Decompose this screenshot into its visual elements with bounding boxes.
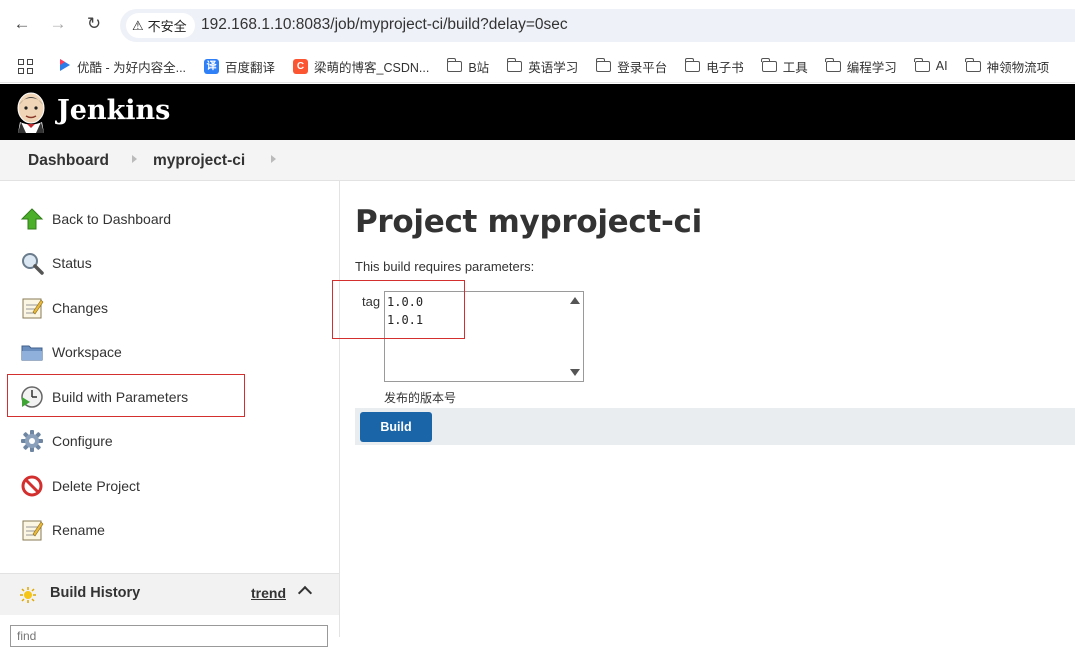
bookmark-folder[interactable]: 编程学习	[825, 57, 897, 76]
bookmark-folder[interactable]: 英语学习	[506, 57, 579, 76]
breadcrumb: Dashboard myproject-ci	[0, 140, 1075, 181]
reload-icon[interactable]: ↻	[84, 14, 104, 34]
folder-icon	[825, 57, 841, 72]
back-arrow-icon[interactable]: ←	[12, 14, 32, 34]
bookmark-folder[interactable]: 神领物流项	[965, 57, 1050, 76]
bookmark-label: B站	[468, 60, 490, 75]
folder-icon	[684, 57, 701, 72]
forward-arrow-icon[interactable]: →	[48, 14, 68, 34]
youku-icon	[59, 58, 71, 75]
parameter-label: tag	[362, 294, 381, 309]
folder-icon	[761, 57, 777, 72]
csdn-icon: C	[293, 58, 309, 74]
security-label: 不安全	[147, 19, 187, 34]
scroll-down-icon[interactable]	[570, 369, 580, 376]
bookmark-csdn[interactable]: C 梁萌的博客_CSDN...	[293, 57, 429, 76]
address-bar[interactable]: ⚠ 不安全 192.168.1.10:8083/job/myproject-ci…	[120, 9, 1075, 42]
build-button[interactable]: Build	[360, 412, 432, 442]
scroll-up-icon[interactable]	[570, 297, 580, 304]
folder-icon	[446, 57, 463, 72]
parameter-description: 发布的版本号	[384, 391, 457, 405]
chevron-up-icon[interactable]	[297, 585, 313, 601]
bookmark-folder[interactable]: AI	[914, 57, 948, 73]
magnifier-icon	[20, 251, 44, 275]
trend-link[interactable]: trend	[251, 585, 286, 601]
bookmark-baidu-translate[interactable]: 译 百度翻译	[204, 57, 275, 76]
bookmark-folder[interactable]: 电子书	[684, 57, 744, 76]
chevron-right-icon[interactable]	[271, 155, 276, 163]
tag-textarea-value[interactable]: 1.0.0 1.0.1	[387, 293, 423, 329]
bookmark-label: 百度翻译	[225, 60, 276, 75]
sidebar-item-delete-project[interactable]: Delete Project	[20, 473, 140, 499]
sidebar-item-label: Configure	[52, 433, 113, 449]
sidebar-item-build-with-parameters[interactable]: Build with Parameters	[20, 384, 188, 410]
bookmark-label: 登录平台	[617, 60, 668, 75]
notepad-icon	[20, 296, 44, 320]
folder-icon	[20, 340, 44, 364]
sidebar-item-workspace[interactable]: Workspace	[20, 339, 122, 365]
jenkins-title[interactable]: Jenkins	[57, 95, 170, 126]
clock-play-icon	[20, 385, 44, 409]
sidebar-item-configure[interactable]: Configure	[20, 428, 113, 454]
chevron-right-icon[interactable]	[132, 155, 137, 163]
sidebar-item-changes[interactable]: Changes	[20, 295, 108, 321]
requires-parameters-text: This build requires parameters:	[355, 259, 535, 274]
bookmark-folder[interactable]: B站	[446, 57, 490, 76]
folder-icon	[595, 57, 612, 72]
notepad-icon	[20, 518, 44, 542]
sidebar-item-label: Changes	[52, 300, 109, 316]
sidebar-item-rename[interactable]: Rename	[20, 517, 105, 543]
sidebar-item-back-to-dashboard[interactable]: Back to Dashboard	[20, 206, 171, 232]
sidebar-item-label: Rename	[52, 522, 105, 538]
bookmark-label: 英语学习	[528, 60, 579, 75]
jenkins-logo-icon[interactable]	[14, 91, 48, 133]
security-chip[interactable]: ⚠ 不安全	[126, 13, 195, 38]
sidebar-item-label: Delete Project	[52, 478, 140, 494]
url-text[interactable]: 192.168.1.10:8083/job/myproject-ci/build…	[201, 16, 568, 34]
sidebar-item-label: Back to Dashboard	[52, 211, 172, 227]
build-history-header: Build History trend	[0, 573, 339, 615]
bookmark-label: 优酷 - 为好内容全...	[77, 60, 187, 75]
sidebar-item-status[interactable]: Status	[20, 250, 92, 276]
no-entry-icon	[20, 474, 44, 498]
jenkins-header: Jenkins	[0, 84, 1075, 140]
folder-icon	[965, 57, 981, 72]
browser-toolbar: ← → ↻ ⚠ 不安全 192.168.1.10:8083/job/myproj…	[0, 0, 1075, 50]
sidebar-item-label: Status	[52, 255, 92, 271]
bookmark-folder[interactable]: 工具	[761, 57, 808, 76]
sun-icon	[20, 587, 36, 603]
gear-icon	[20, 429, 44, 453]
bookmark-folder[interactable]: 登录平台	[595, 57, 668, 76]
folder-icon	[506, 57, 523, 72]
bookmark-label: 编程学习	[846, 60, 897, 75]
page-title: Project myproject-ci	[355, 204, 702, 240]
bookmark-label: AI	[935, 59, 948, 73]
baidu-translate-icon: 译	[204, 58, 220, 74]
build-history-find-input[interactable]	[10, 625, 328, 647]
build-history-title: Build History	[50, 585, 141, 601]
bookmark-label: 梁萌的博客_CSDN...	[314, 60, 430, 75]
breadcrumb-project[interactable]: myproject-ci	[153, 152, 245, 170]
tag-textarea[interactable]: 1.0.0 1.0.1	[384, 291, 584, 382]
folder-icon	[914, 57, 930, 72]
sidebar-item-label: Build with Parameters	[52, 389, 189, 405]
up-arrow-icon	[20, 207, 44, 231]
sidebar-item-label: Workspace	[52, 344, 122, 360]
bookmark-label: 电子书	[706, 60, 744, 75]
scrollbar[interactable]	[566, 292, 583, 381]
bookmark-label: 神领物流项	[986, 60, 1050, 75]
bookmark-youku[interactable]: 优酷 - 为好内容全...	[59, 57, 186, 76]
bookmark-label: 工具	[782, 60, 808, 75]
build-bar: Build	[355, 408, 1075, 445]
bookmarks-bar: 优酷 - 为好内容全... 译 百度翻译 C 梁萌的博客_CSDN... B站 …	[0, 50, 1075, 83]
apps-grid-icon[interactable]	[18, 58, 33, 74]
main-panel: Project myproject-ci This build requires…	[341, 181, 1075, 637]
warning-icon: ⚠	[132, 17, 144, 33]
breadcrumb-dashboard[interactable]: Dashboard	[28, 152, 109, 170]
